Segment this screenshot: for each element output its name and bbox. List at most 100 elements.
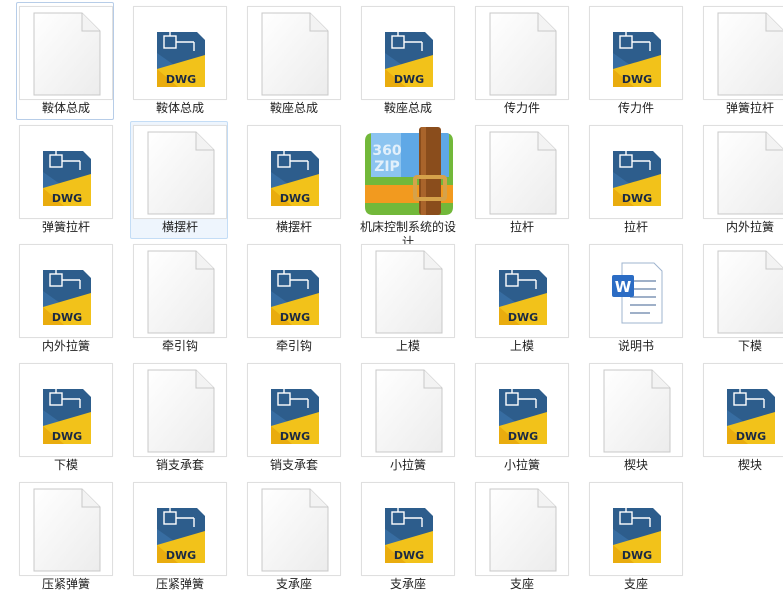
file-item-dwg[interactable]: DWG 内外拉簧 xyxy=(16,240,114,358)
file-item-blank[interactable]: 上模 xyxy=(358,240,456,358)
file-thumbnail[interactable]: DWG xyxy=(589,125,683,219)
svg-text:DWG: DWG xyxy=(52,311,82,324)
file-item-blank[interactable]: 支座 xyxy=(472,478,570,596)
file-thumbnail[interactable]: W xyxy=(589,244,683,338)
file-name-label: 鞍体总成 xyxy=(41,101,90,115)
dwg-file-icon: DWG xyxy=(43,270,91,325)
file-item-blank[interactable]: 鞍体总成 xyxy=(16,2,114,120)
file-item-blank[interactable]: 横摆杆 xyxy=(130,121,228,239)
file-thumbnail[interactable]: 360 ZIP xyxy=(361,125,455,219)
file-thumbnail[interactable]: DWG xyxy=(475,363,569,457)
file-item-dwg[interactable]: DWG 鞍体总成 xyxy=(130,2,228,120)
file-item-dwg[interactable]: DWG 压紧弹簧 xyxy=(130,478,228,596)
file-name-label: 下模 xyxy=(737,339,762,353)
file-item-word[interactable]: W 说明书 xyxy=(586,240,684,358)
file-thumbnail[interactable] xyxy=(703,6,783,100)
blank-file-icon xyxy=(33,12,101,96)
file-name-label: 压紧弹簧 xyxy=(41,577,90,591)
file-thumbnail[interactable] xyxy=(19,482,113,576)
file-item-blank[interactable]: 牵引钩 xyxy=(130,240,228,358)
file-thumbnail[interactable]: DWG xyxy=(133,482,227,576)
file-name-label: 楔块 xyxy=(737,458,762,472)
file-thumbnail[interactable]: DWG xyxy=(703,363,783,457)
file-item-dwg[interactable]: DWG 小拉簧 xyxy=(472,359,570,477)
file-name-label: 楔块 xyxy=(623,458,648,472)
file-thumbnail[interactable] xyxy=(589,363,683,457)
svg-text:W: W xyxy=(615,278,632,296)
file-thumbnail[interactable] xyxy=(475,482,569,576)
file-item-dwg[interactable]: DWG 弹簧拉杆 xyxy=(16,121,114,239)
file-thumbnail[interactable]: DWG xyxy=(361,482,455,576)
file-item-blank[interactable]: 压紧弹簧 xyxy=(16,478,114,596)
file-thumbnail[interactable]: DWG xyxy=(19,125,113,219)
file-item-blank[interactable]: 小拉簧 xyxy=(358,359,456,477)
file-thumbnail[interactable]: DWG xyxy=(247,125,341,219)
file-thumbnail[interactable] xyxy=(703,244,783,338)
dwg-file-icon: DWG xyxy=(613,508,661,563)
file-thumbnail[interactable] xyxy=(19,6,113,100)
file-name-label: 上模 xyxy=(395,339,420,353)
file-item-dwg[interactable]: DWG 鞍座总成 xyxy=(358,2,456,120)
file-thumbnail[interactable] xyxy=(475,6,569,100)
file-item-dwg[interactable]: DWG 横摆杆 xyxy=(244,121,342,239)
file-item-blank[interactable]: 拉杆 xyxy=(472,121,570,239)
file-item-dwg[interactable]: DWG 下模 xyxy=(16,359,114,477)
file-name-label: 支座 xyxy=(623,577,648,591)
file-item-blank[interactable]: 销支承套 xyxy=(130,359,228,477)
file-thumbnail[interactable] xyxy=(703,125,783,219)
file-thumbnail[interactable] xyxy=(247,6,341,100)
file-thumbnail[interactable]: DWG xyxy=(19,363,113,457)
file-thumbnail[interactable]: DWG xyxy=(361,6,455,100)
file-item-blank[interactable]: 支承座 xyxy=(244,478,342,596)
dwg-file-icon: DWG xyxy=(157,508,205,563)
svg-text:DWG: DWG xyxy=(622,192,652,205)
file-thumbnail[interactable] xyxy=(475,125,569,219)
file-thumbnail[interactable]: DWG xyxy=(247,363,341,457)
file-item-blank[interactable]: 弹簧拉杆 xyxy=(700,2,783,120)
file-thumbnail[interactable] xyxy=(133,125,227,219)
dwg-file-icon: DWG xyxy=(385,32,433,87)
file-thumbnail[interactable] xyxy=(361,244,455,338)
svg-text:DWG: DWG xyxy=(280,311,310,324)
dwg-file-icon: DWG xyxy=(499,270,547,325)
svg-text:DWG: DWG xyxy=(52,430,82,443)
file-item-dwg[interactable]: DWG 支承座 xyxy=(358,478,456,596)
file-thumbnail[interactable]: DWG xyxy=(589,482,683,576)
dwg-file-icon: DWG xyxy=(613,151,661,206)
file-name-label: 上模 xyxy=(509,339,534,353)
file-thumbnail[interactable]: DWG xyxy=(475,244,569,338)
file-name-label: 压紧弹簧 xyxy=(155,577,204,591)
file-item-dwg[interactable]: DWG 上模 xyxy=(472,240,570,358)
file-name-label: 横摆杆 xyxy=(275,220,312,234)
file-name-label: 牵引钩 xyxy=(161,339,198,353)
svg-text:360: 360 xyxy=(372,143,401,159)
file-thumbnail[interactable]: DWG xyxy=(589,6,683,100)
file-item-zip[interactable]: 360 ZIP 机床控制系统的设计 xyxy=(358,121,456,249)
file-thumbnail[interactable]: DWG xyxy=(19,244,113,338)
dwg-file-icon: DWG xyxy=(43,389,91,444)
svg-text:ZIP: ZIP xyxy=(374,159,400,175)
file-item-dwg[interactable]: DWG 销支承套 xyxy=(244,359,342,477)
file-thumbnail[interactable] xyxy=(133,244,227,338)
file-item-dwg[interactable]: DWG 牵引钩 xyxy=(244,240,342,358)
file-thumbnail[interactable]: DWG xyxy=(247,244,341,338)
file-name-label: 小拉簧 xyxy=(389,458,426,472)
file-item-dwg[interactable]: DWG 拉杆 xyxy=(586,121,684,239)
dwg-file-icon: DWG xyxy=(613,32,661,87)
file-item-blank[interactable]: 下模 xyxy=(700,240,783,358)
file-thumbnail[interactable] xyxy=(133,363,227,457)
file-item-blank[interactable]: 内外拉簧 xyxy=(700,121,783,239)
file-item-blank[interactable]: 楔块 xyxy=(586,359,684,477)
file-thumbnail[interactable]: DWG xyxy=(133,6,227,100)
dwg-file-icon: DWG xyxy=(727,389,775,444)
blank-file-icon xyxy=(147,131,215,215)
file-item-dwg[interactable]: DWG 楔块 xyxy=(700,359,783,477)
dwg-file-icon: DWG xyxy=(499,389,547,444)
file-thumbnail[interactable] xyxy=(247,482,341,576)
file-item-blank[interactable]: 鞍座总成 xyxy=(244,2,342,120)
blank-file-icon xyxy=(147,369,215,453)
file-item-blank[interactable]: 传力件 xyxy=(472,2,570,120)
file-item-dwg[interactable]: DWG 传力件 xyxy=(586,2,684,120)
file-item-dwg[interactable]: DWG 支座 xyxy=(586,478,684,596)
file-thumbnail[interactable] xyxy=(361,363,455,457)
